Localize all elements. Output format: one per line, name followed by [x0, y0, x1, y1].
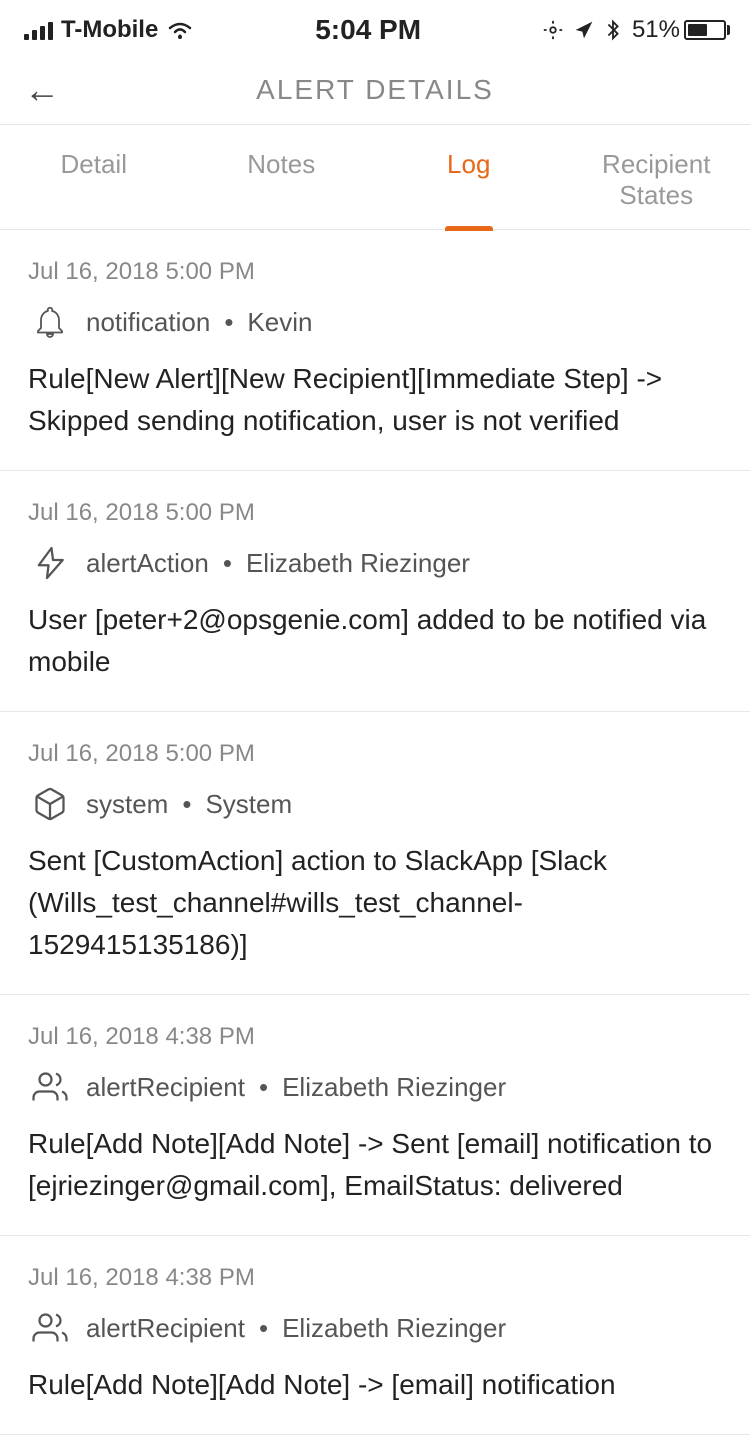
notification-icon	[28, 300, 72, 344]
log-author: Kevin	[247, 307, 312, 338]
log-entry: Jul 16, 2018 4:38 PM alertRecipient • El…	[0, 1236, 750, 1435]
log-type: alertRecipient	[86, 1072, 245, 1103]
battery-indicator: 51%	[632, 16, 726, 44]
tabs: Detail Notes Log Recipient States	[0, 125, 750, 230]
system-icon	[28, 782, 72, 826]
status-right: 51%	[542, 16, 726, 44]
wifi-icon	[166, 19, 194, 41]
carrier-label: T-Mobile	[61, 16, 158, 44]
log-meta: alertAction • Elizabeth Riezinger	[28, 541, 722, 585]
alert-recipient-icon	[28, 1065, 72, 1109]
status-left: T-Mobile	[24, 16, 194, 44]
log-entry: Jul 16, 2018 5:00 PM alertAction • Eliza…	[0, 471, 750, 712]
location-icon	[542, 19, 564, 41]
log-message: Rule[Add Note][Add Note] -> [email] noti…	[28, 1364, 722, 1406]
log-entry: Jul 16, 2018 4:38 PM alertRecipient • El…	[0, 995, 750, 1236]
log-dot: •	[259, 1313, 268, 1344]
battery-icon	[684, 20, 726, 40]
alert-recipient-icon	[28, 1306, 72, 1350]
status-time: 5:04 PM	[315, 14, 421, 46]
flash-icon	[32, 545, 68, 581]
log-message: User [peter+2@opsgenie.com] added to be …	[28, 599, 722, 683]
log-meta: notification • Kevin	[28, 300, 722, 344]
log-author: Elizabeth Riezinger	[282, 1313, 506, 1344]
log-list: Jul 16, 2018 5:00 PM notification • Kevi…	[0, 230, 750, 1435]
log-timestamp: Jul 16, 2018 5:00 PM	[28, 499, 722, 527]
bell-icon	[32, 304, 68, 340]
log-type: system	[86, 789, 168, 820]
tab-recipient-states[interactable]: Recipient States	[563, 125, 750, 229]
signal-bars	[24, 20, 53, 40]
log-dot: •	[259, 1072, 268, 1103]
back-button[interactable]: ←	[24, 69, 60, 111]
people-icon	[32, 1069, 68, 1105]
log-author: Elizabeth Riezinger	[246, 548, 470, 579]
log-meta: alertRecipient • Elizabeth Riezinger	[28, 1065, 722, 1109]
log-meta: system • System	[28, 782, 722, 826]
log-dot: •	[182, 789, 191, 820]
tab-log[interactable]: Log	[375, 125, 563, 229]
log-timestamp: Jul 16, 2018 4:38 PM	[28, 1264, 722, 1292]
log-timestamp: Jul 16, 2018 5:00 PM	[28, 258, 722, 286]
log-type: notification	[86, 307, 210, 338]
log-meta: alertRecipient • Elizabeth Riezinger	[28, 1306, 722, 1350]
tab-detail[interactable]: Detail	[0, 125, 188, 229]
log-message: Rule[New Alert][New Recipient][Immediate…	[28, 358, 722, 442]
log-message: Sent [CustomAction] action to SlackApp […	[28, 840, 722, 966]
page-title: ALERT DETAILS	[256, 74, 494, 106]
log-type: alertAction	[86, 548, 209, 579]
log-dot: •	[224, 307, 233, 338]
log-timestamp: Jul 16, 2018 5:00 PM	[28, 740, 722, 768]
log-type: alertRecipient	[86, 1313, 245, 1344]
battery-fill	[688, 24, 707, 36]
log-dot: •	[223, 548, 232, 579]
log-timestamp: Jul 16, 2018 4:38 PM	[28, 1023, 722, 1051]
status-bar: T-Mobile 5:04 PM 51%	[0, 0, 750, 56]
log-entry: Jul 16, 2018 5:00 PM notification • Kevi…	[0, 230, 750, 471]
alert-action-icon	[28, 541, 72, 585]
navigation-icon	[574, 20, 594, 40]
log-author: System	[205, 789, 292, 820]
log-message: Rule[Add Note][Add Note] -> Sent [email]…	[28, 1123, 722, 1207]
log-entry: Jul 16, 2018 5:00 PM system • System Sen…	[0, 712, 750, 995]
cube-icon	[32, 786, 68, 822]
people-icon	[32, 1310, 68, 1346]
header: ← ALERT DETAILS	[0, 56, 750, 125]
bluetooth-icon	[604, 19, 622, 41]
log-author: Elizabeth Riezinger	[282, 1072, 506, 1103]
tab-notes[interactable]: Notes	[188, 125, 376, 229]
battery-percent: 51%	[632, 16, 680, 44]
